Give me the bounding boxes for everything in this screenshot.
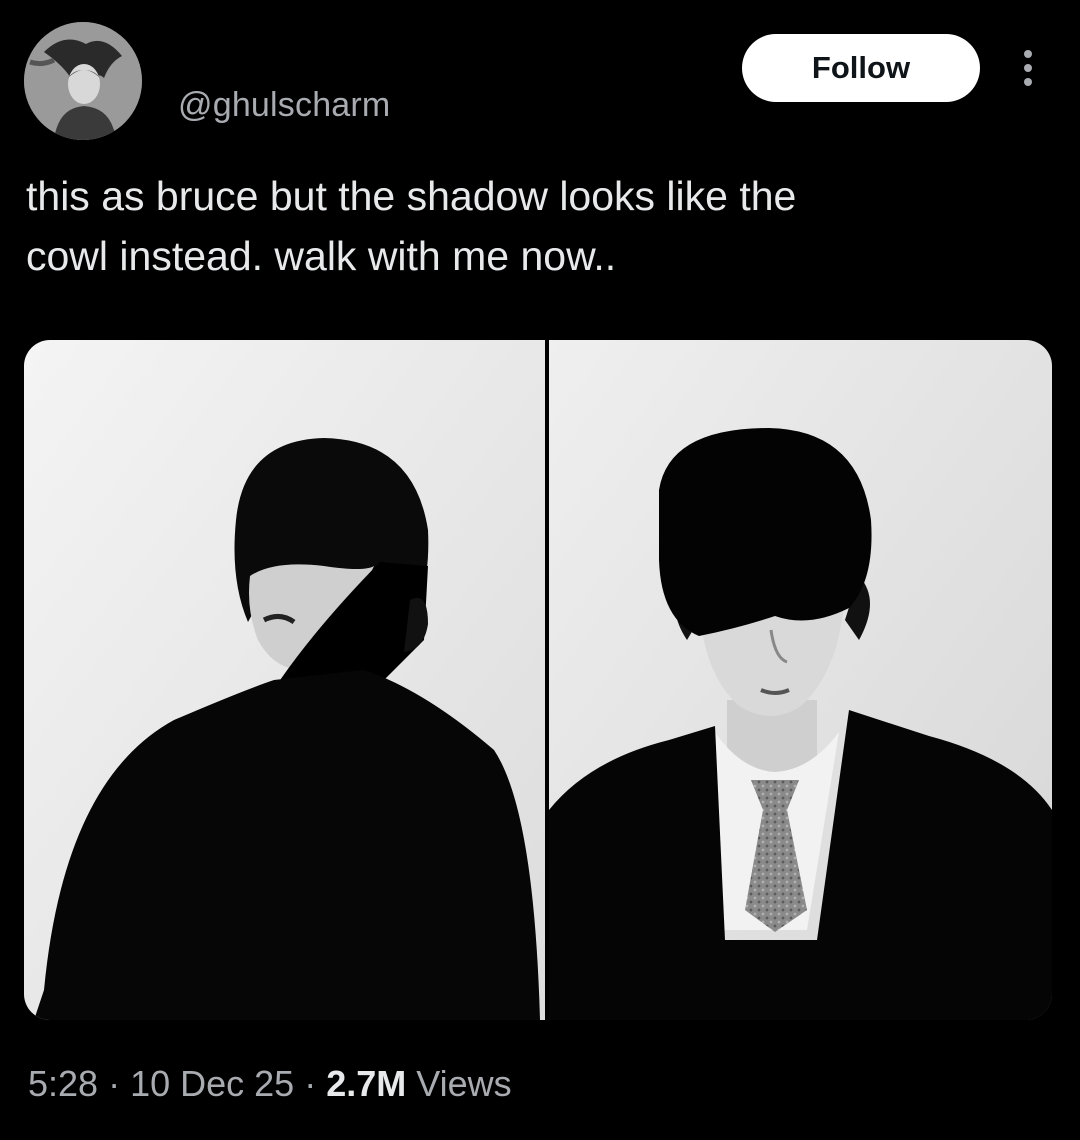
tweet-date[interactable]: 10 Dec 25 [130, 1063, 294, 1104]
tweet-media[interactable] [24, 340, 1052, 1020]
more-vertical-icon [1024, 50, 1032, 86]
photo-right-icon [549, 340, 1052, 1020]
tweet-text: this as bruce but the shadow looks like … [26, 166, 1046, 286]
tweet-text-line-2: cowl instead. walk with me now.. [26, 233, 617, 279]
media-photo-left[interactable] [24, 340, 545, 1020]
author-handle[interactable]: @ghulscharm [178, 84, 390, 126]
avatar[interactable] [24, 22, 142, 140]
views-label: Views [416, 1063, 512, 1104]
meta-separator: · [304, 1063, 317, 1104]
tweet-meta: 5:28 · 10 Dec 25 · 2.7M Views [28, 1062, 512, 1106]
more-options-button[interactable] [1008, 44, 1048, 92]
photo-left-icon [24, 340, 545, 1020]
tweet-time[interactable]: 5:28 [28, 1063, 98, 1104]
meta-separator: · [108, 1063, 121, 1104]
avatar-photo-icon [24, 22, 142, 140]
tweet-text-line-1: this as bruce but the shadow looks like … [26, 173, 797, 219]
media-photo-right[interactable] [549, 340, 1052, 1020]
follow-button[interactable]: Follow [742, 34, 980, 102]
views-count[interactable]: 2.7M [326, 1063, 406, 1104]
